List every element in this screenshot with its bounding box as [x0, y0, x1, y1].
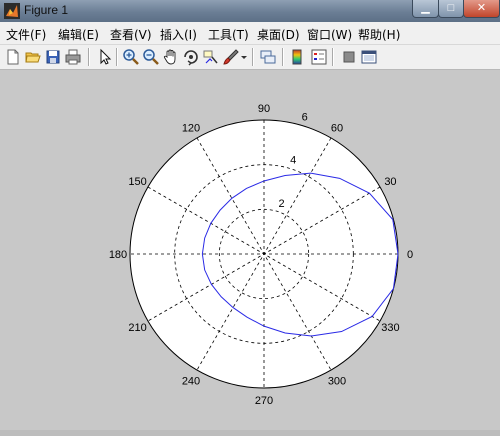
- toolbar-separator: [332, 48, 334, 66]
- angle-tick-label: 150: [128, 176, 146, 188]
- show-plot-tools-icon[interactable]: [360, 48, 378, 66]
- angle-tick-label: 300: [328, 375, 346, 387]
- menu-file[interactable]: 文件(F): [6, 26, 46, 43]
- figure-window: Figure 1 ▁ □ ✕ 文件(F) 编辑(E) 查看(V) 插入(I) 工…: [0, 0, 500, 436]
- angle-tick-label: 330: [381, 322, 399, 334]
- angle-tick-label: 210: [128, 322, 146, 334]
- figure-toolbar: [0, 45, 500, 70]
- colorbar-icon[interactable]: [288, 48, 306, 66]
- zoom-in-icon[interactable]: [122, 48, 140, 66]
- polar-plot[interactable]: 2460306090120150180210240270300330: [0, 70, 500, 436]
- figure-canvas: 2 4 6 0 30 60 90 120 150 180 210 240 270 300 330: [0, 70, 500, 436]
- menu-tools[interactable]: 工具(T): [208, 26, 249, 43]
- menu-insert[interactable]: 插入(I): [160, 26, 197, 43]
- menu-bar: 文件(F) 编辑(E) 查看(V) 插入(I) 工具(T) 桌面(D) 窗口(W…: [0, 22, 500, 45]
- menu-edit[interactable]: 编辑(E): [58, 26, 99, 43]
- angle-tick-label: 120: [182, 123, 200, 135]
- angle-tick-label: 90: [258, 103, 270, 115]
- menu-desktop[interactable]: 桌面(D): [257, 26, 300, 43]
- zoom-out-icon[interactable]: [142, 48, 160, 66]
- new-figure-icon[interactable]: [4, 48, 22, 66]
- radial-tick-label: 4: [290, 155, 296, 167]
- pan-hand-icon[interactable]: [162, 48, 180, 66]
- angle-tick-label: 60: [331, 123, 343, 135]
- maximize-button[interactable]: □: [438, 0, 464, 18]
- hide-plot-tools-icon[interactable]: [340, 48, 358, 66]
- pointer-icon[interactable]: [96, 48, 114, 66]
- matlab-logo-icon: [4, 3, 20, 19]
- toolbar-separator: [88, 48, 90, 66]
- brush-dropdown-icon[interactable]: [240, 48, 248, 66]
- print-icon[interactable]: [64, 48, 82, 66]
- minimize-button[interactable]: ▁: [412, 0, 439, 18]
- legend-icon[interactable]: [310, 48, 328, 66]
- menu-help[interactable]: 帮助(H): [358, 26, 400, 43]
- toolbar-separator: [116, 48, 118, 66]
- rotate-3d-icon[interactable]: [182, 48, 200, 66]
- save-icon[interactable]: [44, 48, 62, 66]
- toolbar-separator: [252, 48, 254, 66]
- link-plot-icon[interactable]: [259, 48, 277, 66]
- toolbar-separator: [282, 48, 284, 66]
- window-title: Figure 1: [24, 3, 69, 17]
- close-button[interactable]: ✕: [463, 0, 500, 18]
- title-bar[interactable]: Figure 1 ▁ □ ✕: [0, 0, 500, 22]
- angle-tick-label: 240: [182, 375, 200, 387]
- radial-tick-label: 6: [302, 112, 308, 124]
- data-cursor-icon[interactable]: [202, 48, 220, 66]
- angle-tick-label: 30: [384, 176, 396, 188]
- angle-tick-label: 180: [109, 249, 127, 261]
- menu-window[interactable]: 窗口(W): [307, 26, 352, 43]
- open-file-icon[interactable]: [24, 48, 42, 66]
- menu-view[interactable]: 查看(V): [110, 26, 152, 43]
- angle-tick-label: 270: [255, 395, 273, 407]
- window-bottom-edge: [0, 430, 500, 436]
- brush-icon[interactable]: [222, 48, 240, 66]
- angle-tick-label: 0: [407, 249, 413, 261]
- radial-tick-label: 2: [279, 198, 285, 210]
